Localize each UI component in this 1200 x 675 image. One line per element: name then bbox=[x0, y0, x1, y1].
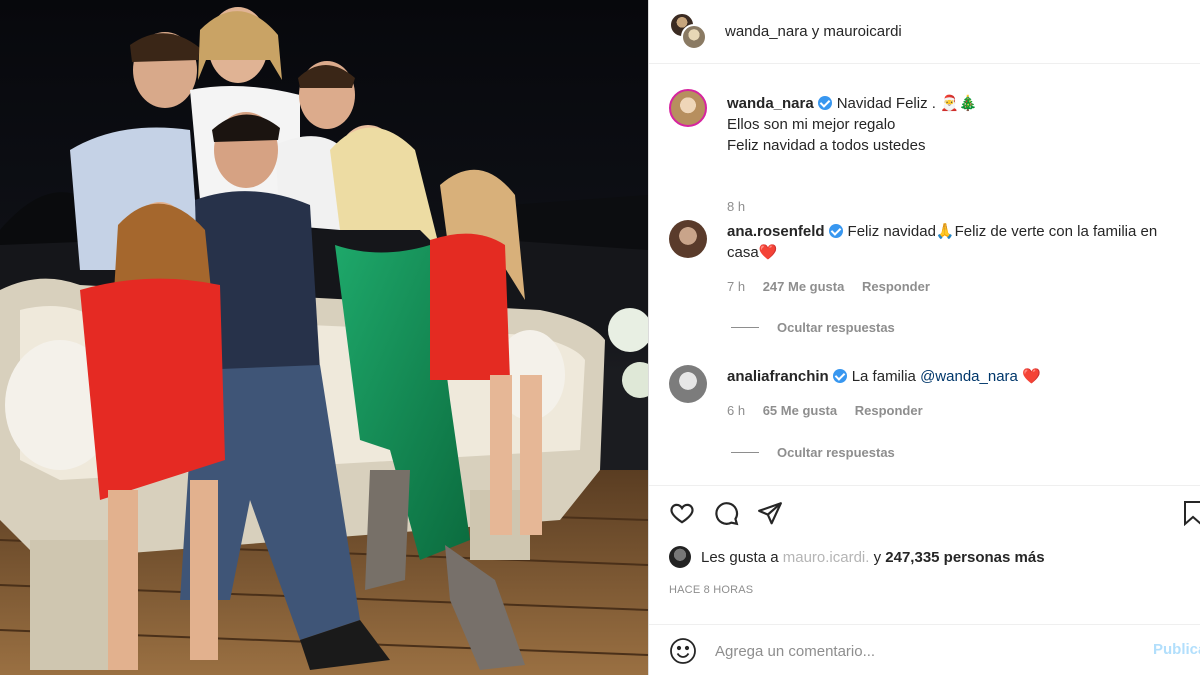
hide-replies-label: Ocultar respuestas bbox=[777, 445, 895, 460]
likes-count[interactable]: 247,335 personas más bbox=[885, 549, 1044, 566]
likes-prefix: Les gusta a bbox=[701, 548, 779, 566]
verified-badge-icon bbox=[832, 369, 847, 383]
comment-username[interactable]: ana.rosenfeld bbox=[727, 223, 825, 240]
comment-username[interactable]: analiafranchin bbox=[727, 368, 829, 385]
likes-suffix: y bbox=[873, 548, 882, 566]
action-icons bbox=[667, 498, 785, 528]
comment-text: ana.rosenfeld Feliz navidad🙏Feliz de vert… bbox=[727, 221, 1187, 263]
heart-emoji-icon: ❤️ bbox=[1022, 368, 1041, 385]
comments-list: wanda_nara Navidad Feliz . 🎅🎄 Ellos son m… bbox=[649, 65, 1200, 485]
avatar bbox=[681, 24, 707, 50]
reply-button[interactable]: Responder bbox=[855, 403, 923, 418]
comment-icon[interactable] bbox=[711, 498, 741, 528]
comment-time[interactable]: 7 h bbox=[727, 279, 745, 294]
post-side-panel: wanda_nara y mauroicardi wanda_nara Navid… bbox=[648, 0, 1200, 675]
comment-text: analiafranchin La familia @wanda_nara ❤️ bbox=[727, 366, 1187, 387]
post-actions: Les gusta a mauro.icardi. y 247,335 pers… bbox=[649, 485, 1200, 675]
publish-button[interactable]: Publicar bbox=[1153, 641, 1200, 658]
likes-user[interactable]: mauro.icardi. bbox=[783, 549, 870, 566]
mention-link[interactable]: @wanda_nara bbox=[920, 368, 1018, 385]
avatar[interactable] bbox=[669, 365, 707, 403]
caption-line-3: Feliz navidad a todos ustedes bbox=[727, 137, 926, 154]
add-comment-bar: Publicar bbox=[649, 624, 1200, 675]
paper-plane-icon[interactable] bbox=[755, 498, 785, 528]
post-timestamp[interactable]: HACE 8 HORAS bbox=[669, 584, 753, 596]
comment-likes[interactable]: 65 Me gusta bbox=[763, 403, 837, 418]
comment-meta: 7 h 247 Me gusta Responder bbox=[727, 279, 944, 294]
family-christmas-photo bbox=[0, 0, 648, 675]
comment-body: La familia bbox=[851, 368, 916, 385]
smiley-icon[interactable] bbox=[669, 637, 697, 665]
comment-meta: 6 h 65 Me gusta Responder bbox=[727, 403, 937, 418]
caption-time[interactable]: 8 h bbox=[727, 199, 745, 214]
caption-text: wanda_nara Navidad Feliz . 🎅🎄 Ellos son m… bbox=[727, 93, 1187, 156]
avatar[interactable] bbox=[669, 89, 707, 127]
comment-likes[interactable]: 247 Me gusta bbox=[763, 279, 845, 294]
verified-badge-icon bbox=[817, 96, 832, 110]
hide-replies-label: Ocultar respuestas bbox=[777, 320, 895, 335]
caption-meta: 8 h bbox=[727, 199, 759, 214]
hide-replies-button[interactable]: Ocultar respuestas bbox=[731, 445, 895, 460]
collab-avatars[interactable] bbox=[669, 12, 709, 52]
comment-time[interactable]: 6 h bbox=[727, 403, 745, 418]
avatar[interactable] bbox=[669, 546, 691, 568]
post-authors[interactable]: wanda_nara y mauroicardi bbox=[725, 23, 902, 40]
bookmark-icon[interactable] bbox=[1183, 500, 1200, 528]
hide-replies-button[interactable]: Ocultar respuestas bbox=[731, 320, 895, 335]
reply-button[interactable]: Responder bbox=[862, 279, 930, 294]
post-header: wanda_nara y mauroicardi bbox=[649, 0, 1200, 64]
caption-username[interactable]: wanda_nara bbox=[727, 95, 814, 112]
caption-line-1: Navidad Feliz . 🎅🎄 bbox=[836, 95, 978, 112]
likes-summary: Les gusta a mauro.icardi. y 247,335 pers… bbox=[669, 546, 1045, 568]
heart-icon[interactable] bbox=[667, 498, 697, 528]
divider bbox=[731, 452, 759, 453]
comment-input[interactable] bbox=[715, 639, 1115, 663]
heart-emoji-icon: ❤️ bbox=[758, 244, 778, 261]
post-photo[interactable] bbox=[0, 0, 648, 675]
avatar[interactable] bbox=[669, 220, 707, 258]
instagram-post-modal: wanda_nara y mauroicardi wanda_nara Navid… bbox=[0, 0, 1200, 675]
verified-badge-icon bbox=[828, 224, 843, 238]
divider bbox=[731, 327, 759, 328]
caption-line-2: Ellos son mi mejor regalo bbox=[727, 116, 896, 133]
